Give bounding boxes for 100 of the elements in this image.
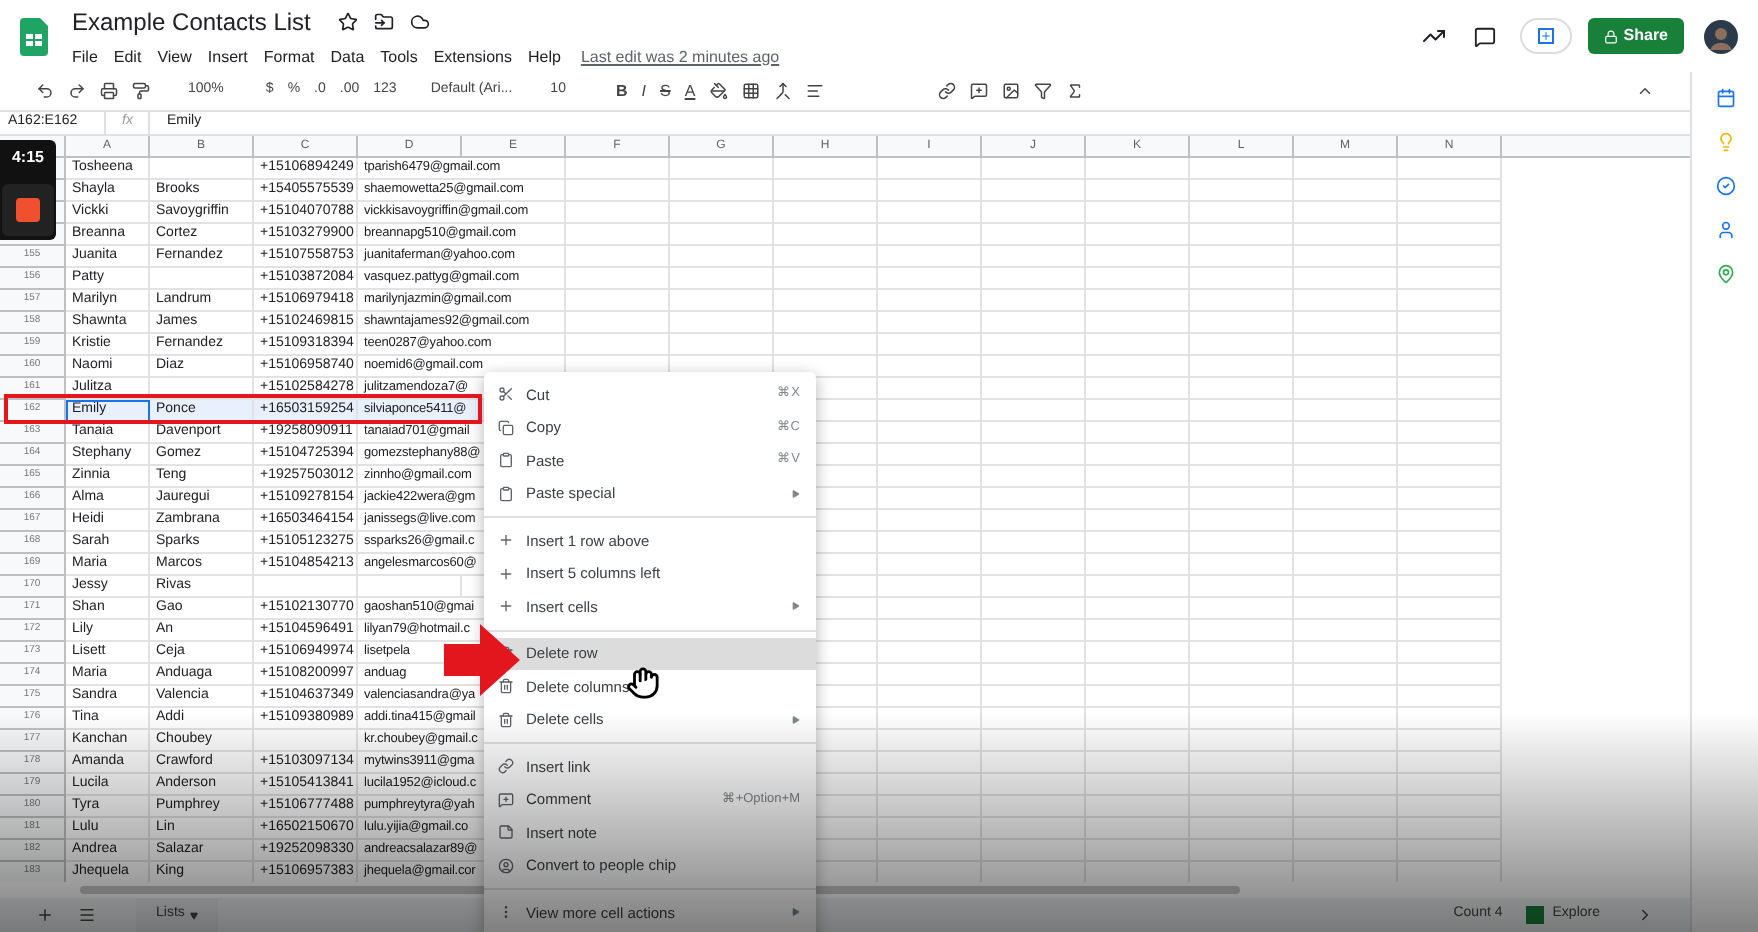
- comment-icon[interactable]: [1473, 25, 1496, 47]
- empty-cell: [982, 818, 1086, 840]
- sheets-logo-icon[interactable]: [20, 17, 48, 55]
- empty-cell: [878, 708, 982, 730]
- menu-item-icon: [498, 598, 514, 615]
- empty-cell: [982, 796, 1086, 818]
- empty-cell: [1190, 400, 1294, 422]
- text-color-button[interactable]: A: [684, 79, 696, 103]
- empty-cell: [1190, 620, 1294, 642]
- empty-cell: [1086, 334, 1190, 356]
- menu-item-icon: [498, 532, 514, 549]
- empty-cell: [1294, 796, 1398, 818]
- empty-cell: [1190, 312, 1294, 334]
- tasks-icon[interactable]: [1715, 176, 1735, 196]
- empty-cell: [1398, 268, 1502, 290]
- menu-item[interactable]: Extensions: [433, 45, 512, 69]
- empty-cell: [774, 202, 878, 224]
- empty-cell: [878, 378, 982, 400]
- empty-cell: [1398, 312, 1502, 334]
- empty-cell: [1398, 708, 1502, 730]
- empty-cell: [670, 202, 774, 224]
- share-button[interactable]: Share: [1587, 18, 1684, 54]
- empty-cell: [982, 488, 1086, 510]
- undo-icon[interactable]: [36, 82, 54, 100]
- menu-item[interactable]: Format: [263, 45, 315, 69]
- bold-button[interactable]: B: [615, 79, 628, 103]
- link-icon[interactable]: [937, 82, 956, 100]
- meet-button[interactable]: [1519, 18, 1572, 54]
- comment-icon[interactable]: [969, 82, 988, 100]
- empty-cell: [982, 642, 1086, 664]
- empty-cell: [1294, 774, 1398, 796]
- chevron-right-icon[interactable]: [1636, 906, 1654, 924]
- avatar-icon[interactable]: [1704, 19, 1738, 53]
- last-edit-link[interactable]: Last edit was 2 minutes ago: [580, 45, 780, 69]
- trend-icon[interactable]: [1421, 24, 1446, 48]
- empty-cell: [1294, 818, 1398, 840]
- empty-cell: [1086, 686, 1190, 708]
- empty-cell: [878, 598, 982, 620]
- empty-cell: [774, 224, 878, 246]
- strikethrough-button[interactable]: S: [659, 79, 671, 103]
- empty-cell: [878, 840, 982, 862]
- empty-cell: [1086, 796, 1190, 818]
- italic-button[interactable]: I: [641, 79, 646, 103]
- empty-cell: [1294, 532, 1398, 554]
- merge-icon[interactable]: [773, 82, 792, 100]
- stop-recording-button[interactable]: [2, 184, 54, 236]
- empty-cell: [1398, 444, 1502, 466]
- redo-icon[interactable]: [68, 82, 86, 100]
- empty-cell: [1086, 312, 1190, 334]
- empty-cell: [670, 180, 774, 202]
- image-icon[interactable]: [1001, 82, 1020, 100]
- map-pin-icon[interactable]: [1715, 264, 1735, 284]
- empty-cell: [982, 576, 1086, 598]
- empty-cell: [982, 444, 1086, 466]
- empty-cell: [878, 686, 982, 708]
- empty-cell: [982, 158, 1086, 180]
- menu-item-icon: [498, 791, 514, 808]
- empty-cell: [1086, 840, 1190, 862]
- menu-item[interactable]: Insert: [207, 45, 248, 69]
- empty-cell: [982, 246, 1086, 268]
- add-sheet-icon[interactable]: [36, 906, 54, 924]
- document-title[interactable]: Example Contacts List: [72, 3, 311, 39]
- collapse-icon[interactable]: [1636, 82, 1654, 100]
- empty-cell: [1294, 334, 1398, 356]
- menu-item[interactable]: File: [72, 45, 98, 69]
- menu-item[interactable]: Data: [330, 45, 365, 69]
- calendar-icon[interactable]: [1715, 88, 1735, 108]
- menu-item-icon: [498, 386, 514, 403]
- folder-icon[interactable]: [374, 11, 395, 31]
- empty-cell: [982, 686, 1086, 708]
- empty-cell: [670, 158, 774, 180]
- empty-cell: [1398, 532, 1502, 554]
- empty-cell: [1398, 730, 1502, 752]
- empty-cell: [982, 290, 1086, 312]
- borders-icon[interactable]: [741, 82, 760, 100]
- functions-icon[interactable]: [1065, 82, 1084, 100]
- contacts-icon[interactable]: [1715, 220, 1735, 240]
- menu-item[interactable]: Edit: [113, 45, 142, 69]
- filter-icon[interactable]: [1033, 82, 1052, 100]
- sheet-list-icon[interactable]: [78, 906, 96, 924]
- paint-format-icon[interactable]: [132, 82, 150, 100]
- empty-cell: [1190, 642, 1294, 664]
- fill-color-icon[interactable]: [709, 82, 728, 100]
- empty-cell: [1190, 158, 1294, 180]
- empty-cell: [878, 730, 982, 752]
- menu-item[interactable]: Help: [527, 45, 561, 69]
- print-icon[interactable]: [100, 82, 118, 100]
- menu-item[interactable]: View: [157, 45, 192, 69]
- cloud-icon[interactable]: [410, 11, 431, 31]
- menu-item[interactable]: Tools: [380, 45, 418, 69]
- empty-cell: [1398, 642, 1502, 664]
- empty-cell: [1190, 510, 1294, 532]
- empty-cell: [1086, 356, 1190, 378]
- star-icon[interactable]: [338, 11, 359, 31]
- empty-cell: [1398, 598, 1502, 620]
- empty-cell: [1294, 422, 1398, 444]
- align-icon[interactable]: [805, 82, 824, 100]
- explore-icon: [1526, 906, 1545, 924]
- empty-cell: [1086, 422, 1190, 444]
- empty-cell: [670, 246, 774, 268]
